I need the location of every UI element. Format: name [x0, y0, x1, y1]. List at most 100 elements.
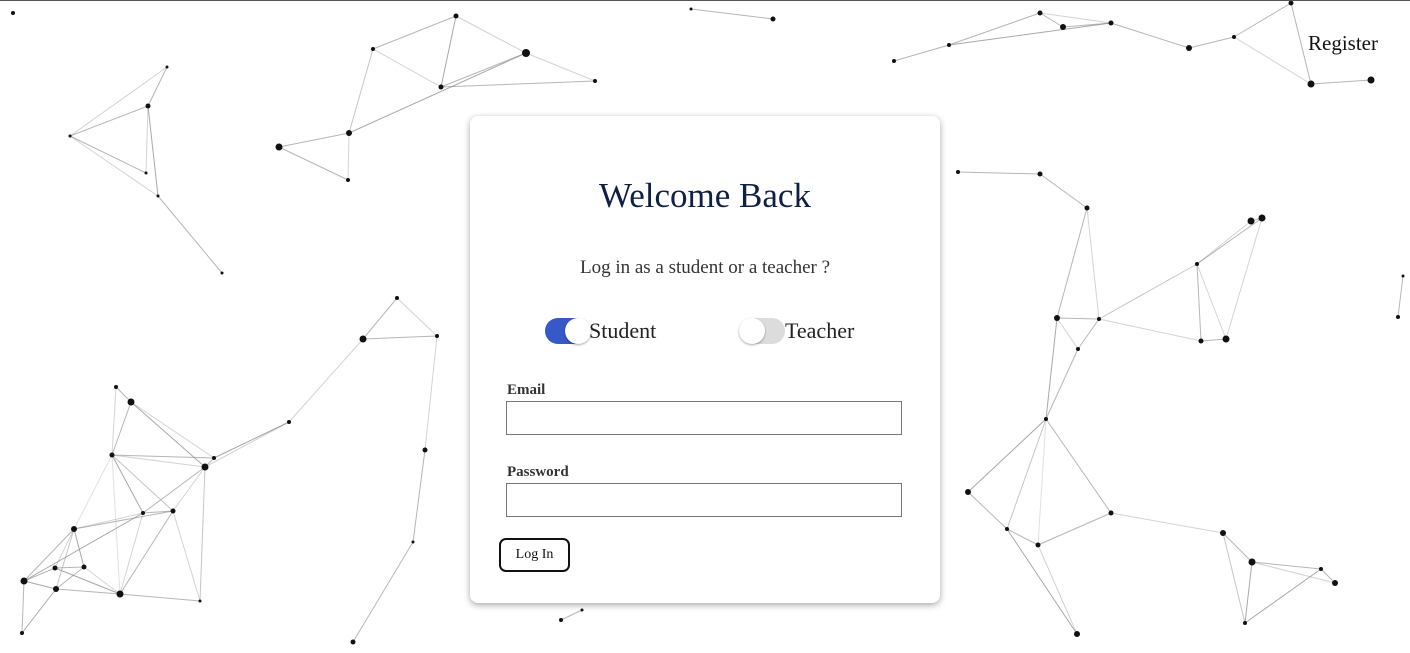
network-link — [1039, 12, 1112, 24]
switch-knob — [565, 318, 591, 344]
student-toggle-label: Student — [589, 318, 657, 343]
network-link — [1110, 512, 1224, 534]
network-node — [593, 79, 597, 83]
network-link — [1098, 318, 1202, 342]
network-node — [71, 526, 77, 532]
network-node — [1084, 205, 1090, 211]
network-link — [1056, 317, 1100, 320]
network-link — [1045, 317, 1058, 420]
network-node — [52, 565, 58, 571]
network-node — [212, 456, 216, 460]
network-node — [11, 11, 15, 15]
network-node — [1186, 45, 1192, 51]
network-link — [348, 48, 374, 134]
network-node — [20, 577, 28, 585]
network-node — [1060, 24, 1066, 30]
email-field[interactable] — [506, 401, 902, 435]
network-node — [156, 194, 160, 198]
network-node — [350, 639, 356, 645]
network-link — [73, 512, 144, 530]
network-link — [119, 512, 144, 595]
network-node — [1243, 621, 1247, 625]
network-link — [967, 491, 1008, 530]
network-link — [142, 466, 206, 514]
network-link — [1039, 173, 1088, 209]
network-node — [1044, 417, 1048, 421]
network-node — [1076, 347, 1080, 351]
network-link — [1233, 36, 1312, 85]
teacher-toggle[interactable]: Teacher — [739, 318, 854, 344]
network-link — [1200, 338, 1227, 342]
network-link — [199, 466, 206, 602]
page-title: Welcome Back — [599, 176, 811, 215]
network-node — [522, 49, 530, 57]
network-link — [73, 454, 113, 530]
network-node — [422, 447, 428, 453]
network-node — [1037, 10, 1043, 16]
network-node — [359, 335, 367, 343]
network-link — [69, 135, 147, 174]
network-link — [130, 401, 215, 459]
network-node — [127, 398, 135, 406]
network-link — [1056, 207, 1088, 319]
network-link — [957, 171, 1041, 175]
network-node — [438, 84, 444, 90]
network-link — [23, 512, 144, 582]
network-link — [147, 66, 168, 107]
network-link — [424, 335, 438, 451]
network-link — [73, 510, 174, 530]
network-node — [1054, 315, 1060, 321]
role-prompt: Log in as a student or a teacher ? — [579, 257, 831, 278]
network-node — [1005, 527, 1009, 531]
network-link — [119, 593, 201, 602]
network-node — [1288, 1, 1294, 6]
network-link — [111, 454, 144, 514]
network-link — [1188, 36, 1235, 49]
network-link — [396, 297, 438, 337]
student-toggle[interactable]: Student — [545, 318, 656, 344]
network-link — [1310, 79, 1372, 85]
network-link — [1251, 561, 1336, 584]
network-node — [1074, 631, 1080, 637]
network-node — [53, 586, 59, 592]
network-link — [1110, 22, 1190, 49]
network-link — [893, 44, 950, 62]
network-link — [1045, 348, 1079, 420]
student-switch[interactable] — [545, 318, 591, 344]
login-button[interactable]: Log In — [499, 538, 570, 572]
network-link — [1077, 318, 1100, 350]
network-link — [69, 66, 168, 137]
network-link — [213, 421, 290, 459]
network-link — [69, 135, 159, 197]
network-node — [116, 590, 124, 598]
network-link — [1244, 561, 1253, 624]
network-link — [54, 566, 85, 569]
network-node — [114, 385, 118, 389]
network-link — [157, 195, 223, 274]
network-link — [130, 401, 206, 468]
register-link[interactable]: Register — [1308, 31, 1378, 56]
network-node — [68, 134, 72, 138]
network-link — [119, 510, 174, 595]
network-link — [278, 146, 349, 181]
network-node — [145, 103, 151, 109]
network-node — [892, 59, 896, 63]
network-node — [956, 170, 960, 174]
network-node — [689, 7, 693, 11]
network-link — [204, 421, 290, 468]
teacher-switch[interactable] — [739, 318, 785, 344]
network-node — [395, 296, 399, 300]
network-node — [287, 420, 291, 424]
network-link — [1045, 418, 1112, 514]
network-node — [141, 511, 145, 515]
network-link — [83, 566, 121, 595]
network-node — [1195, 262, 1199, 266]
network-node — [371, 47, 375, 51]
network-node — [1319, 567, 1323, 571]
network-node — [165, 65, 169, 69]
network-link — [1086, 207, 1100, 320]
network-link — [362, 335, 438, 340]
network-link — [362, 297, 398, 340]
network-link — [23, 580, 57, 590]
password-field[interactable] — [506, 483, 902, 517]
